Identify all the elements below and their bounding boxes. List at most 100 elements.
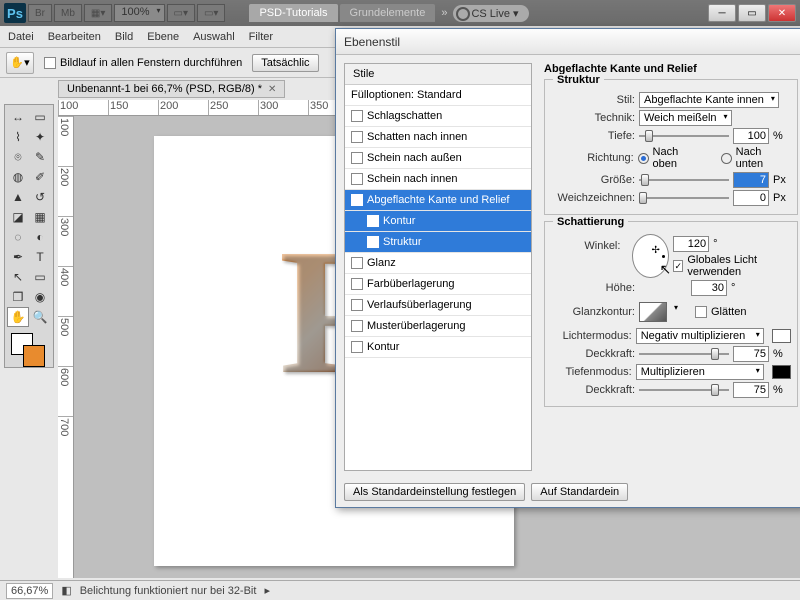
ruler-vertical: 100200300400500600700 [58,116,74,578]
winkel-input[interactable]: 120 [673,236,709,252]
style-row-10[interactable]: Musterüberlagerung [345,316,531,337]
tiefe-input[interactable]: 100 [733,128,769,144]
cursor-icon: ↖ [659,261,671,278]
lichtermodus-select[interactable]: Negativ multiplizieren [636,328,764,344]
status-zoom[interactable]: 66,67% [6,583,53,599]
brush-tool[interactable]: ✐ [29,167,51,187]
maximize-button[interactable]: ▭ [738,4,766,22]
schattierung-group: Schattierung Winkel: ✢↖ 120° ✓Globales L… [544,221,798,407]
close-tab-icon[interactable]: ✕ [268,84,276,95]
style-row-9[interactable]: Verlaufsüberlagerung [345,295,531,316]
richtung-up-radio[interactable] [638,153,649,164]
stil-select[interactable]: Abgeflachte Kante innen [639,92,779,108]
path-tool[interactable]: ↖ [7,267,29,287]
menu-bild[interactable]: Bild [115,31,133,43]
menu-ebene[interactable]: Ebene [147,31,179,43]
history-brush-tool[interactable]: ↺ [29,187,51,207]
hdr-extra-1[interactable]: ▭▾ [167,4,195,22]
style-row-7[interactable]: Glanz [345,253,531,274]
richtung-down-radio[interactable] [721,153,732,164]
params-panel: Abgeflachte Kante und Relief Struktur St… [536,55,800,479]
crop-tool[interactable]: ⌾ [7,147,29,167]
tiefenmodus-select[interactable]: Multiplizieren [636,364,764,380]
blur-tool[interactable]: ◌ [7,227,29,247]
style-row-6[interactable]: ✓Struktur [345,232,531,253]
style-list-header: Stile [345,64,531,85]
minimize-button[interactable]: ─ [708,4,736,22]
eraser-tool[interactable]: ◪ [7,207,29,227]
set-default-button[interactable]: Als Standardeinstellung festlegen [344,483,525,501]
background-swatch[interactable] [23,345,45,367]
weich-slider[interactable] [639,191,729,205]
move-tool[interactable]: ↔ [7,107,29,127]
deck1-input[interactable]: 75 [733,346,769,362]
cs-live-button[interactable]: CS Live ▾ [453,5,528,22]
fill-options-row[interactable]: Fülloptionen: Standard [345,85,531,106]
layer-style-dialog: Ebenenstil Stile Fülloptionen: Standard … [335,28,800,508]
hand-tool[interactable]: ✋ [7,307,29,327]
dialog-title[interactable]: Ebenenstil [336,29,800,55]
type-tool[interactable]: T [29,247,51,267]
gradient-tool[interactable]: ▦ [29,207,51,227]
toolbox: ↔▭ ⌇✦ ⌾✎ ◍✐ ▲↺ ◪▦ ◌◐ ✒T ↖▭ ❒◉ ✋🔍 [4,104,54,368]
eyedropper-tool[interactable]: ✎ [29,147,51,167]
menu-auswahl[interactable]: Auswahl [193,31,235,43]
style-row-11[interactable]: Kontur [345,337,531,358]
wand-tool[interactable]: ✦ [29,127,51,147]
style-row-8[interactable]: Farbüberlagerung [345,274,531,295]
glaetten-checkbox[interactable]: Glätten [695,306,746,318]
zoom-tool[interactable]: 🔍 [29,307,51,327]
menu-datei[interactable]: Datei [8,31,34,43]
hdr-extra-2[interactable]: ▭▾ [197,4,225,22]
status-handle-icon[interactable]: ◧ [61,584,71,597]
pen-tool[interactable]: ✒ [7,247,29,267]
weich-input[interactable]: 0 [733,190,769,206]
actual-size-button[interactable]: Tatsächlic [252,54,318,72]
style-row-2[interactable]: Schein nach außen [345,148,531,169]
dodge-tool[interactable]: ◐ [29,227,51,247]
groesse-slider[interactable] [639,173,729,187]
zoom-dropdown[interactable]: 100% [114,4,164,22]
color-swatches[interactable] [9,331,51,365]
lasso-tool[interactable]: ⌇ [7,127,29,147]
style-row-1[interactable]: Schatten nach innen [345,127,531,148]
br-button[interactable]: Br [28,4,52,22]
style-row-4[interactable]: ✓Abgeflachte Kante und Relief [345,190,531,211]
menu-filter[interactable]: Filter [249,31,273,43]
workspace-more-icon[interactable]: » [437,7,451,19]
close-button[interactable]: ✕ [768,4,796,22]
3d-tool[interactable]: ❒ [7,287,29,307]
deck2-input[interactable]: 75 [733,382,769,398]
shadow-color[interactable] [772,365,791,379]
shape-tool[interactable]: ▭ [29,267,51,287]
deck2-slider[interactable] [639,383,729,397]
current-tool-icon[interactable]: ✋▾ [6,52,34,74]
hoehe-input[interactable]: 30 [691,280,727,296]
angle-control[interactable]: ✢↖ [632,234,669,278]
groesse-input[interactable]: 7 [733,172,769,188]
status-more-icon[interactable]: ▸ [264,584,270,597]
status-message: Belichtung funktioniert nur bei 32-Bit [80,585,257,597]
highlight-color[interactable] [772,329,791,343]
technik-select[interactable]: Weich meißeln [639,110,732,126]
marquee-tool[interactable]: ▭ [29,107,51,127]
style-row-3[interactable]: Schein nach innen [345,169,531,190]
stamp-tool[interactable]: ▲ [7,187,29,207]
menu-bearbeiten[interactable]: Bearbeiten [48,31,101,43]
mb-button[interactable]: Mb [54,4,82,22]
document-tab[interactable]: Unbenannt-1 bei 66,7% (PSD, RGB/8) *✕ [58,80,285,98]
3d-camera-tool[interactable]: ◉ [29,287,51,307]
workspace-tab-active[interactable]: PSD-Tutorials [249,4,337,22]
heal-tool[interactable]: ◍ [7,167,29,187]
reset-default-button[interactable]: Auf Standardein [531,483,628,501]
scroll-all-checkbox[interactable]: Bildlauf in allen Fenstern durchführen [44,57,242,69]
statusbar: 66,67% ◧ Belichtung funktioniert nur bei… [0,580,800,600]
gloss-contour[interactable] [639,302,667,322]
deck1-slider[interactable] [639,347,729,361]
style-row-5[interactable]: ✓Kontur [345,211,531,232]
layout-button[interactable]: ▦▾ [84,4,112,22]
style-row-0[interactable]: Schlagschatten [345,106,531,127]
tiefe-slider[interactable] [639,129,729,143]
workspace-tab[interactable]: Grundelemente [340,4,436,22]
global-light-checkbox[interactable]: ✓Globales Licht verwenden [673,254,791,278]
